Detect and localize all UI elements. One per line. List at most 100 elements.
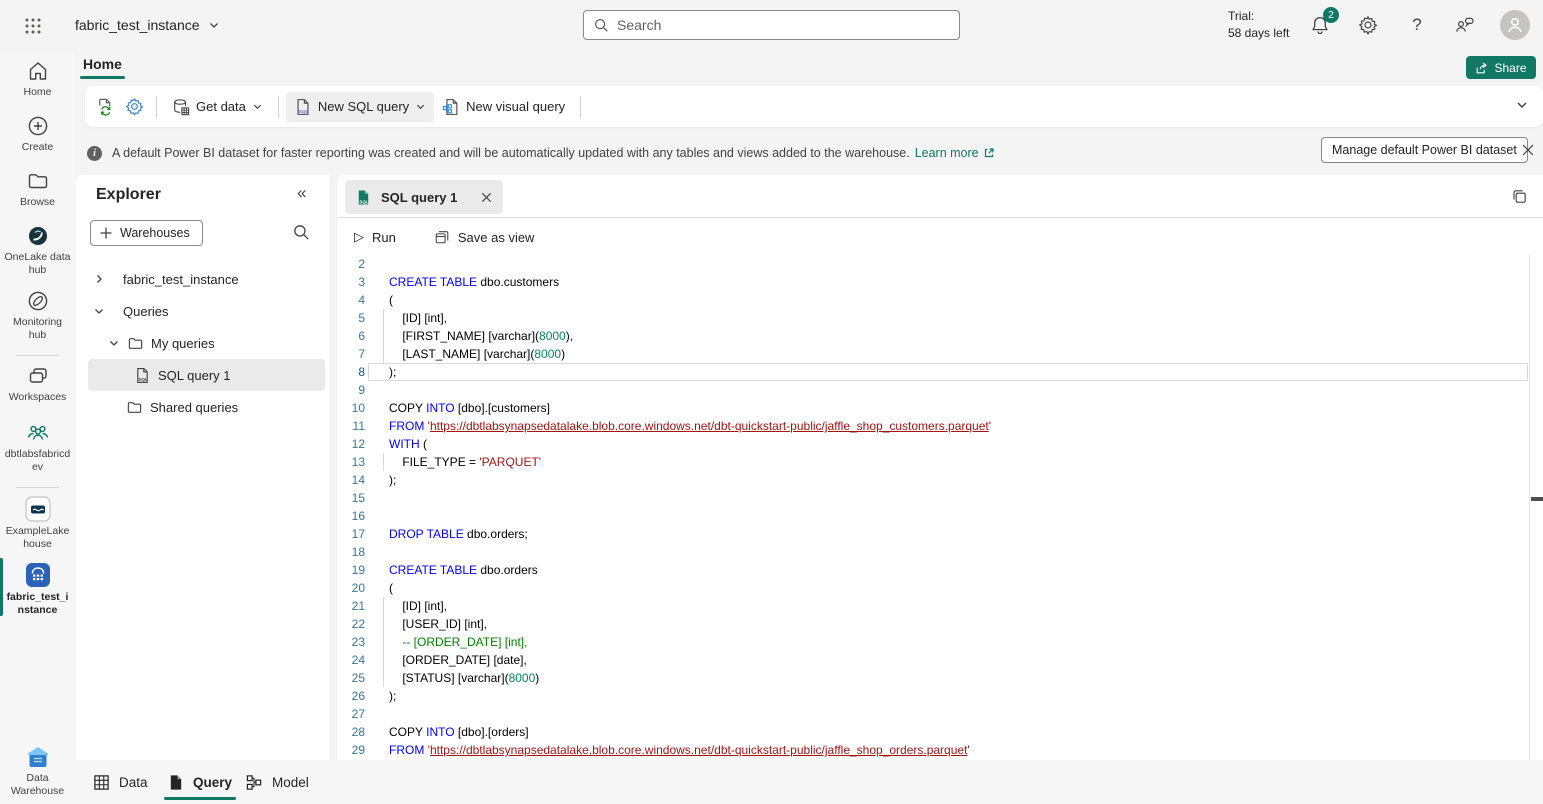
line-number: 27	[337, 705, 365, 723]
tree-item-sql-query-1[interactable]: SQL SQL query 1	[88, 359, 325, 391]
explorer-search-button[interactable]	[293, 224, 310, 241]
code-line-28[interactable]: 28COPY INTO [dbo].[orders]	[337, 723, 1543, 741]
code-line-16[interactable]: 16	[337, 507, 1543, 525]
manage-default-dataset-button[interactable]: Manage default Power BI dataset	[1321, 137, 1528, 163]
settings-ribbon-button[interactable]	[119, 92, 149, 122]
code-line-23[interactable]: 23 -- [ORDER_DATE] [int],	[337, 633, 1543, 651]
new-sql-query-button[interactable]: SQL New SQL query	[286, 92, 434, 122]
search-input[interactable]: Search	[583, 10, 960, 40]
refresh-dataset-button[interactable]	[89, 92, 119, 122]
sql-code-editor[interactable]: 23CREATE TABLE dbo.customers4(5 [ID] [in…	[337, 255, 1543, 760]
view-tab-model[interactable]: Model	[245, 760, 309, 804]
code-line-2[interactable]: 2	[337, 255, 1543, 273]
line-text: [STATUS] [varchar](8000)	[365, 671, 539, 685]
code-line-12[interactable]: 12WITH (	[337, 435, 1543, 453]
notifications-button[interactable]: 2	[1308, 13, 1332, 37]
tree-item-my-queries[interactable]: My queries	[75, 327, 330, 359]
model-diagram-icon	[245, 774, 263, 791]
plus-icon	[99, 226, 113, 240]
code-line-15[interactable]: 15	[337, 489, 1543, 507]
code-line-8[interactable]: 8);	[337, 363, 1543, 381]
app-launcher-icon[interactable]	[20, 13, 46, 39]
query-toolbar: ▷ Run Save as view	[337, 218, 1543, 256]
query-tab-sql-query-1[interactable]: SQL SQL query 1	[345, 180, 503, 214]
view-tab-data[interactable]: Data	[93, 760, 148, 804]
code-line-26[interactable]: 26);	[337, 687, 1543, 705]
workspace-people-icon	[25, 421, 51, 445]
editor-overview-ruler[interactable]	[1529, 255, 1543, 760]
code-line-19[interactable]: 19CREATE TABLE dbo.orders	[337, 561, 1543, 579]
save-as-view-button[interactable]: Save as view	[428, 225, 541, 249]
code-line-14[interactable]: 14);	[337, 471, 1543, 489]
banner-close-button[interactable]	[1518, 140, 1538, 160]
nav-browse[interactable]: Browse	[0, 169, 75, 209]
nav-monitoring-hub[interactable]: Monitoring hub	[0, 289, 75, 342]
copy-button[interactable]	[1507, 184, 1531, 208]
tree-label: Queries	[123, 304, 169, 319]
save-as-view-label: Save as view	[458, 230, 535, 245]
nav-label: OneLake data hub	[5, 251, 71, 277]
sql-file-green-icon: SQL	[355, 189, 372, 206]
explorer-collapse-button[interactable]: «	[297, 183, 306, 203]
chevron-down-icon	[252, 101, 263, 112]
code-line-5[interactable]: 5 [ID] [int],	[337, 309, 1543, 327]
code-line-17[interactable]: 17DROP TABLE dbo.orders;	[337, 525, 1543, 543]
help-icon: ?	[1412, 15, 1421, 35]
person-icon	[1506, 16, 1524, 34]
sql-file-icon: SQL	[134, 367, 151, 384]
code-line-29[interactable]: 29FROM 'https://dbtlabsynapsedatalake.bl…	[337, 741, 1543, 759]
code-line-4[interactable]: 4(	[337, 291, 1543, 309]
code-line-20[interactable]: 20(	[337, 579, 1543, 597]
tree-item-queries[interactable]: Queries	[75, 295, 330, 327]
learn-more-label: Learn more	[915, 146, 979, 160]
line-number: 20	[337, 579, 365, 597]
code-line-25[interactable]: 25 [STATUS] [varchar](8000)	[337, 669, 1543, 687]
code-line-6[interactable]: 6 [FIRST_NAME] [varchar](8000),	[337, 327, 1543, 345]
trial-label: Trial:	[1228, 8, 1289, 25]
nav-label: Workspaces	[5, 391, 71, 404]
code-line-24[interactable]: 24 [ORDER_DATE] [date],	[337, 651, 1543, 669]
code-line-3[interactable]: 3CREATE TABLE dbo.customers	[337, 273, 1543, 291]
code-line-11[interactable]: 11FROM 'https://dbtlabsynapsedatalake.bl…	[337, 417, 1543, 435]
settings-button[interactable]	[1356, 13, 1380, 37]
account-avatar[interactable]	[1500, 10, 1530, 40]
ribbon-toolbar: Get data SQL New SQL query New visual qu…	[85, 86, 1543, 127]
workspace-switcher[interactable]: fabric_test_instance	[75, 0, 220, 50]
nav-onelake-data-hub[interactable]: OneLake data hub	[0, 224, 75, 277]
view-tab-query[interactable]: Query	[168, 760, 232, 804]
nav-workspaces[interactable]: Workspaces	[0, 364, 75, 404]
home-icon	[26, 59, 50, 83]
help-button[interactable]: ?	[1405, 13, 1429, 37]
code-line-10[interactable]: 10COPY INTO [dbo].[customers]	[337, 399, 1543, 417]
nav-item-fabric-test-instance[interactable]: fabric_test_instance	[0, 562, 75, 617]
line-number: 16	[337, 507, 365, 525]
learn-more-link[interactable]: Learn more	[915, 146, 995, 160]
ribbon-collapse-button[interactable]	[1515, 98, 1529, 112]
nav-home[interactable]: Home	[0, 59, 75, 99]
nav-data-warehouse[interactable]: Data Warehouse	[0, 745, 75, 798]
code-line-18[interactable]: 18	[337, 543, 1543, 561]
tab-home[interactable]: Home	[83, 56, 122, 72]
line-number: 9	[337, 381, 365, 399]
tree-item-shared-queries[interactable]: Shared queries	[75, 391, 330, 423]
code-line-21[interactable]: 21 [ID] [int],	[337, 597, 1543, 615]
nav-item-examplelakehouse[interactable]: ExampleLakehouse	[0, 496, 75, 551]
new-visual-query-button[interactable]: New visual query	[434, 92, 573, 122]
nav-create[interactable]: Create	[0, 114, 75, 154]
code-line-7[interactable]: 7 [LAST_NAME] [varchar](8000)	[337, 345, 1543, 363]
run-button[interactable]: ▷ Run	[348, 225, 402, 249]
close-tab-button[interactable]	[480, 191, 493, 204]
code-line-9[interactable]: 9	[337, 381, 1543, 399]
code-line-22[interactable]: 22 [USER_ID] [int],	[337, 615, 1543, 633]
tree-item-warehouse[interactable]: fabric_test_instance	[75, 263, 330, 295]
feedback-button[interactable]	[1452, 13, 1476, 37]
code-line-27[interactable]: 27	[337, 705, 1543, 723]
line-text: COPY INTO [dbo].[customers]	[365, 401, 550, 415]
code-line-13[interactable]: 13 FILE_TYPE = 'PARQUET'	[337, 453, 1543, 471]
get-data-button[interactable]: Get data	[164, 92, 271, 122]
explorer-tree: fabric_test_instance Queries My queries …	[75, 263, 330, 423]
new-warehouse-button[interactable]: Warehouses	[90, 220, 203, 246]
grid-dots-icon	[24, 17, 42, 35]
share-button[interactable]: Share	[1466, 56, 1536, 79]
nav-workspace-dbtlabsfabricdev[interactable]: dbtlabsfabricdev	[0, 421, 75, 474]
